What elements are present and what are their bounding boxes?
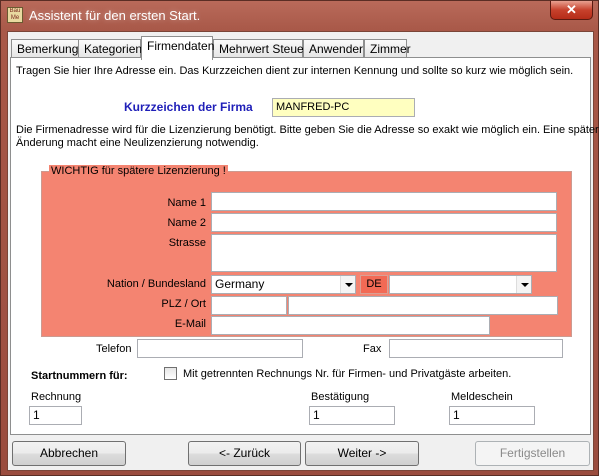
rechnung-label: Rechnung bbox=[31, 391, 82, 403]
tab-firmendaten[interactable]: Firmendaten bbox=[141, 36, 214, 60]
firmendaten-panel: Tragen Sie hier Ihre Adresse ein. Das Ku… bbox=[10, 57, 599, 435]
kurzzeichen-input[interactable]: MANFRED-PC bbox=[272, 98, 415, 117]
tab-kategorien[interactable]: Kategorien bbox=[78, 39, 142, 59]
title-bar[interactable]: Bau Me Assistent für den ersten Start. ✕ bbox=[1, 1, 598, 31]
plz-ort-label: PLZ / Ort bbox=[161, 298, 206, 310]
dialog-body: Bemerkung Kategorien Firmendaten Mehrwer… bbox=[7, 31, 599, 471]
name2-label: Name 2 bbox=[167, 217, 206, 229]
email-input[interactable] bbox=[211, 316, 490, 335]
email-label: E-Mail bbox=[174, 318, 206, 330]
fax-label: Fax bbox=[363, 343, 382, 355]
strasse-input[interactable] bbox=[211, 234, 557, 272]
finish-button[interactable]: Fertigstellen bbox=[475, 441, 590, 466]
info-text-line1: Die Firmenadresse wird für die Lizenzier… bbox=[16, 124, 599, 136]
bestaetigung-label: Bestätigung bbox=[311, 391, 370, 403]
license-group: WICHTIG für spätere Lizenzierung ! Name … bbox=[41, 165, 572, 337]
ort-input[interactable] bbox=[288, 296, 558, 315]
nation-select[interactable]: Germany bbox=[211, 275, 356, 294]
strasse-label: Strasse bbox=[168, 237, 206, 249]
startnummern-label: Startnummern für: bbox=[31, 370, 128, 382]
license-group-title: WICHTIG für spätere Lizenzierung ! bbox=[49, 165, 228, 177]
bundesland-select[interactable] bbox=[389, 275, 532, 294]
nation-select-value: Germany bbox=[215, 277, 265, 291]
tab-bemerkung[interactable]: Bemerkung bbox=[11, 39, 79, 59]
close-button[interactable]: ✕ bbox=[550, 1, 593, 20]
bestaetigung-input[interactable]: 1 bbox=[309, 406, 395, 425]
country-code: DE bbox=[360, 275, 388, 294]
tab-mehrwert-steuer[interactable]: Mehrwert Steuer bbox=[213, 39, 308, 59]
name2-input[interactable] bbox=[211, 213, 557, 232]
window-title: Assistent für den ersten Start. bbox=[29, 8, 201, 23]
intro-text: Tragen Sie hier Ihre Adresse ein. Das Ku… bbox=[16, 65, 574, 77]
tab-zimmer[interactable]: Zimmer bbox=[364, 39, 411, 59]
app-icon: Bau Me bbox=[7, 7, 23, 23]
telefon-input[interactable] bbox=[137, 339, 303, 358]
next-button[interactable]: Weiter -> bbox=[305, 441, 419, 466]
name1-label: Name 1 bbox=[167, 197, 206, 209]
separate-invoice-checkbox[interactable] bbox=[164, 367, 177, 380]
kurzzeichen-label: Kurzzeichen der Firma bbox=[124, 100, 253, 114]
name1-input[interactable] bbox=[211, 192, 557, 211]
wizard-window: Bau Me Assistent für den ersten Start. ✕… bbox=[0, 0, 599, 476]
nation-label: Nation / Bundesland bbox=[106, 278, 206, 290]
plz-input[interactable] bbox=[211, 296, 287, 315]
info-text-line2: Änderung macht eine Neulizenzierung notw… bbox=[16, 137, 259, 149]
meldeschein-label: Meldeschein bbox=[451, 391, 513, 403]
separate-invoice-checkbox-label[interactable]: Mit getrennten Rechnungs Nr. für Firmen-… bbox=[183, 368, 511, 380]
chevron-down-icon[interactable] bbox=[340, 276, 355, 293]
rechnung-input[interactable]: 1 bbox=[29, 406, 82, 425]
meldeschein-input[interactable]: 1 bbox=[449, 406, 535, 425]
tab-anwender[interactable]: Anwender bbox=[303, 39, 364, 59]
chevron-down-icon[interactable] bbox=[516, 276, 531, 293]
fax-input[interactable] bbox=[389, 339, 563, 358]
cancel-button[interactable]: Abbrechen bbox=[12, 441, 126, 466]
telefon-label: Telefon bbox=[96, 343, 132, 355]
back-button[interactable]: <- Zurück bbox=[188, 441, 301, 466]
